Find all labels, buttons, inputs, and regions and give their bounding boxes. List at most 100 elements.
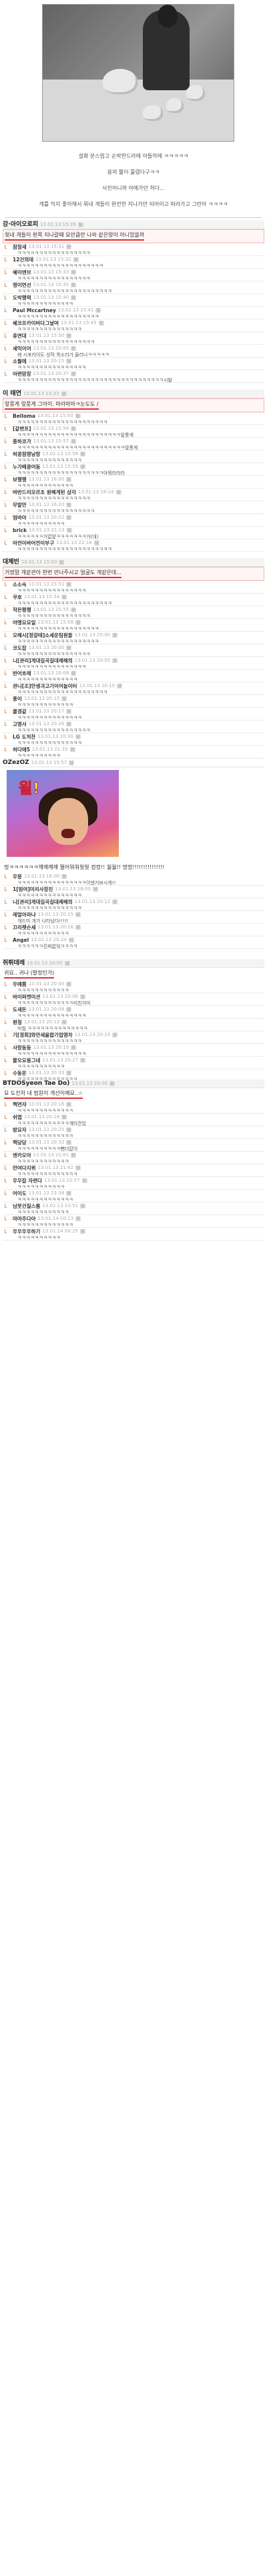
reply-button[interactable]: 답	[79, 465, 85, 469]
reply-button[interactable]: 답	[66, 503, 72, 507]
reply-author[interactable]: 수동운	[13, 1070, 27, 1076]
reply-author[interactable]: 바반드리모르초 원해게된 상자	[13, 489, 76, 495]
reply-button[interactable]: 답	[112, 1033, 118, 1037]
reply-author[interactable]: 12건의데	[13, 257, 33, 263]
reply-author[interactable]: 어이도	[13, 1190, 27, 1196]
reply-author[interactable]: 우몽	[13, 874, 22, 880]
reply-button[interactable]: 답	[71, 295, 77, 300]
reply-button[interactable]: 답	[109, 1081, 115, 1086]
reply-button[interactable]: 답	[75, 620, 81, 625]
reply-button[interactable]: 답	[115, 490, 121, 495]
reply-author[interactable]: 레얼아라냐	[13, 912, 36, 918]
reply-author[interactable]: 작은평행	[13, 607, 31, 613]
reply-button[interactable]: 답	[81, 1178, 87, 1183]
reply-button[interactable]: 답	[71, 426, 77, 431]
reply-button[interactable]: 답	[75, 414, 81, 418]
reply-author[interactable]: [같변프]	[13, 426, 31, 432]
reply-author[interactable]: 우예쁨	[13, 981, 27, 987]
reply-button[interactable]: 답	[79, 1204, 85, 1208]
reply-button[interactable]: 답	[71, 283, 77, 287]
reply-button[interactable]: 답	[61, 1020, 67, 1025]
reply-author[interactable]: 영이연선	[13, 282, 31, 288]
reply-button[interactable]: 답	[117, 684, 123, 688]
reply-author[interactable]: 쿨경같	[13, 709, 27, 715]
reply-button[interactable]: 답	[92, 887, 98, 892]
reply-button[interactable]: 답	[75, 912, 81, 917]
reply-button[interactable]: 답	[61, 1115, 67, 1120]
reply-button[interactable]: 답	[112, 900, 118, 904]
reply-button[interactable]: 답	[79, 1229, 85, 1234]
reply-author[interactable]: brick	[13, 527, 27, 533]
reply-author[interactable]: 1[빙여]미리사장진	[13, 886, 53, 892]
reply-button[interactable]: 답	[93, 541, 99, 545]
reply-button[interactable]: 답	[59, 559, 65, 565]
reply-button[interactable]: 답	[79, 452, 85, 457]
reply-author[interactable]: 쉐코프카이버다그날여	[13, 320, 59, 326]
reply-author[interactable]: 쩍당당	[13, 1140, 27, 1146]
reply-author[interactable]: 우우우우하기	[13, 1229, 40, 1235]
reply-author[interactable]: 바이퍼캣미션	[13, 994, 40, 1000]
reply-button[interactable]: 답	[66, 1140, 72, 1145]
reply-author[interactable]: 풍이	[13, 696, 22, 702]
reply-author[interactable]: 원청	[13, 1019, 22, 1025]
reply-author[interactable]: 남붓건질스룸	[13, 1203, 40, 1209]
comment-author[interactable]: BTDOSyeon Tae Do)	[3, 1079, 69, 1087]
reply-button[interactable]: 답	[61, 696, 67, 701]
reply-button[interactable]: 답	[75, 925, 81, 930]
reply-author[interactable]: 보행행	[13, 477, 27, 483]
comment-author[interactable]: 대체빈	[3, 558, 19, 566]
reply-author[interactable]: 야앵요요일	[13, 620, 36, 626]
reply-author[interactable]: 기[정회]와안세울합기업영차	[13, 1032, 73, 1038]
reply-button[interactable]: 답	[71, 1045, 77, 1050]
reply-button[interactable]: 답	[112, 658, 118, 663]
reply-button[interactable]: 답	[66, 1191, 72, 1196]
reply-author[interactable]: 쉐이엔브	[13, 269, 31, 275]
reply-button[interactable]: 답	[75, 735, 81, 739]
reply-button[interactable]: 답	[64, 960, 70, 966]
reply-button[interactable]: 답	[75, 1216, 81, 1221]
reply-button[interactable]: 답	[66, 982, 72, 987]
reply-button[interactable]: 답	[66, 1071, 72, 1075]
comment-author[interactable]: 이 태연	[3, 390, 21, 398]
reply-author[interactable]: 쉬엽	[13, 1114, 22, 1120]
reply-author[interactable]: 소소숙	[13, 582, 27, 588]
reply-button[interactable]: 답	[71, 439, 77, 444]
reply-button[interactable]: 답	[71, 1153, 77, 1158]
reply-button[interactable]: 답	[71, 346, 77, 351]
reply-button[interactable]: 답	[66, 582, 72, 587]
reply-author[interactable]: 누가배콩어동	[13, 464, 40, 470]
reply-author[interactable]: 도새돈	[13, 1007, 27, 1013]
comment-author[interactable]: 쥐튀데레	[3, 959, 25, 967]
reply-author[interactable]: 니[관리]게대길곡길대례해의	[13, 899, 73, 905]
reply-button[interactable]: 답	[66, 359, 72, 364]
reply-button[interactable]: 답	[112, 633, 118, 638]
reply-button[interactable]: 답	[66, 477, 72, 482]
reply-button[interactable]: 답	[66, 722, 72, 727]
comment-author[interactable]: OZezOZ	[3, 759, 29, 767]
reply-button[interactable]: 답	[61, 595, 67, 600]
reply-button[interactable]: 답	[77, 222, 83, 227]
reply-author[interactable]: 도박행력	[13, 295, 31, 301]
reply-button[interactable]: 답	[66, 334, 72, 338]
reply-button[interactable]: 답	[71, 608, 77, 612]
reply-button[interactable]: 답	[98, 321, 104, 326]
reply-author[interactable]: 허쿵점명낭랑	[13, 451, 40, 457]
reply-author[interactable]: LG 도처찬	[13, 734, 35, 740]
reply-author[interactable]: 세익이어	[13, 346, 31, 352]
reply-button[interactable]: 답	[66, 245, 72, 249]
reply-author[interactable]: 고영서	[13, 721, 27, 727]
reply-author[interactable]: 물모요봉그네	[13, 1057, 40, 1063]
reply-button[interactable]: 답	[69, 760, 75, 765]
reply-button[interactable]: 답	[66, 515, 72, 520]
reply-button[interactable]: 답	[95, 308, 101, 313]
reply-button[interactable]: 답	[79, 1058, 85, 1063]
reply-author[interactable]: 소월에	[13, 358, 27, 364]
reply-author[interactable]: 엔카오아	[13, 1152, 31, 1158]
reply-button[interactable]: 답	[66, 528, 72, 533]
reply-button[interactable]: 답	[66, 709, 72, 714]
reply-author[interactable]: 우우잡 자련다	[13, 1178, 42, 1184]
reply-author[interactable]: 엄바아	[13, 515, 27, 521]
reply-author[interactable]: 참청새	[13, 244, 27, 250]
reply-button[interactable]: 답	[71, 372, 77, 376]
reply-button[interactable]: 답	[66, 646, 72, 650]
